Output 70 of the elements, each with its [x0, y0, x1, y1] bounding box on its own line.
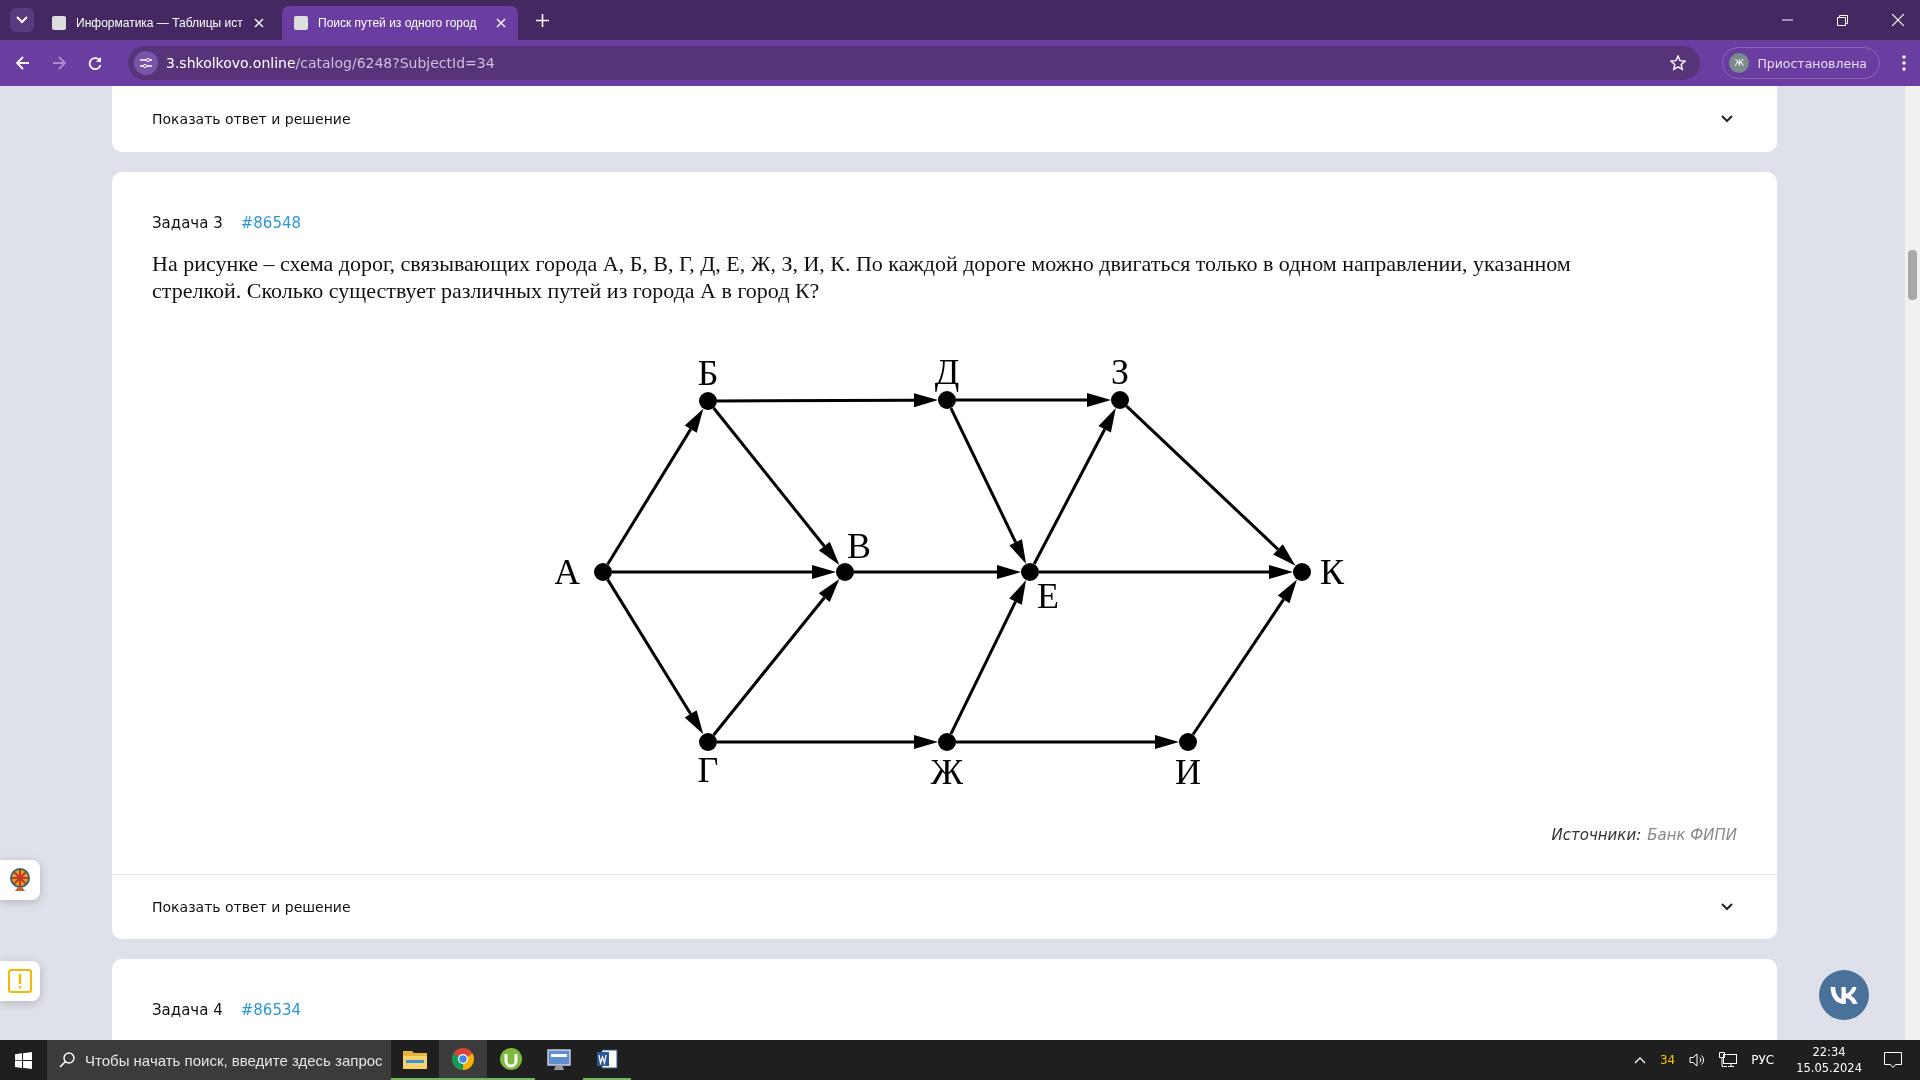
new-tab-icon[interactable] [536, 13, 549, 27]
graph-node [938, 733, 956, 751]
back-icon[interactable] [16, 56, 30, 70]
clock-time[interactable]: 22:34 [1812, 1044, 1846, 1060]
address-bar[interactable]: 3.shkolkovo.online/catalog/6248?SubjectId=34 [128, 46, 1701, 80]
close-icon[interactable] [254, 18, 264, 28]
site-settings-icon[interactable] [134, 51, 158, 75]
url-host: 3.shkolkovo.online [166, 55, 296, 71]
tab-title: Поиск путей из одного город [318, 16, 478, 30]
browser-tab[interactable]: Поиск путей из одного город [282, 6, 518, 40]
vk-button[interactable] [1819, 970, 1869, 1020]
profile-avatar: Ж [1729, 53, 1750, 73]
tab-search-button[interactable] [10, 8, 34, 32]
show-answer-toggle[interactable]: Показать ответ и решение [152, 111, 351, 127]
chevron-down-icon[interactable] [1721, 115, 1733, 123]
source-link[interactable]: Банк ФИПИ [1647, 826, 1737, 844]
chevron-up-icon[interactable] [1633, 1056, 1646, 1064]
chrome-icon[interactable] [439, 1040, 487, 1080]
graph-node [1179, 733, 1197, 751]
speaker-icon[interactable] [1689, 1053, 1706, 1067]
graph-node [699, 733, 717, 751]
graph-node [938, 391, 956, 409]
page-icon [52, 16, 66, 30]
clock-date[interactable]: 15.05.2024 [1796, 1060, 1862, 1076]
task-title: Задача 3 [152, 214, 223, 232]
network-icon[interactable] [1719, 1052, 1738, 1068]
graph-node [1111, 391, 1129, 409]
tab-title: Информатика — Таблицы ист [76, 16, 244, 30]
node-label: З [1111, 352, 1129, 392]
node-label: В [847, 526, 871, 566]
temperature-indicator[interactable]: 34 [1659, 1053, 1676, 1067]
search-icon [59, 1052, 75, 1068]
chevron-down-icon [16, 16, 28, 24]
exclamation-icon [8, 969, 32, 993]
language-indicator[interactable]: РУС [1751, 1053, 1775, 1067]
node-label: Д [934, 352, 960, 392]
taskbar-search-field[interactable]: Чтобы начать поиск, введите здесь запрос [47, 1040, 391, 1080]
reload-icon[interactable] [88, 56, 102, 70]
node-label: Г [697, 750, 719, 790]
vk-logo-icon [1830, 986, 1858, 1004]
fortune-wheel-button[interactable] [0, 860, 40, 900]
node-label: К [1320, 552, 1344, 592]
node-label: И [1175, 752, 1201, 792]
scrollbar[interactable] [1905, 86, 1920, 1040]
browser-tab[interactable]: Информатика — Таблицы ист [40, 6, 276, 40]
graph-node [594, 563, 612, 581]
question-text: На рисунке – схема дорог, связывающих города А, Б, В, Г, Д, Е, Ж, З, И, К. По каждой дороге можно двигаться только в одном направлении, указанном стрелкой. Сколько существует различных путей из города А в город К? [152, 250, 1572, 304]
node-label: Ж [930, 752, 964, 792]
menu-icon[interactable] [1902, 55, 1906, 71]
windows-logo-icon[interactable] [15, 1051, 32, 1069]
sources-label: Источники: [1551, 826, 1642, 844]
close-icon[interactable] [1892, 14, 1904, 26]
graph-node [699, 392, 717, 410]
graph-node [1293, 563, 1311, 581]
node-label: Б [697, 353, 719, 393]
show-answer-toggle[interactable]: Показать ответ и решение [152, 899, 351, 915]
notification-icon[interactable] [1884, 1052, 1902, 1068]
graph-node [836, 563, 854, 581]
graph-node [1021, 563, 1039, 581]
task-title: Задача 4 [152, 1001, 223, 1019]
star-icon[interactable] [1670, 55, 1687, 71]
restore-icon[interactable] [1837, 14, 1848, 26]
forward-icon [52, 56, 66, 70]
page-icon [294, 16, 308, 30]
node-label: Е [1037, 576, 1059, 616]
fortune-wheel-icon [9, 868, 31, 892]
url-path: /catalog/6248?SubjectId=34 [295, 55, 495, 71]
close-icon[interactable] [496, 18, 506, 28]
scrollbar-thumb[interactable] [1908, 250, 1917, 300]
chevron-down-icon[interactable] [1721, 903, 1733, 911]
